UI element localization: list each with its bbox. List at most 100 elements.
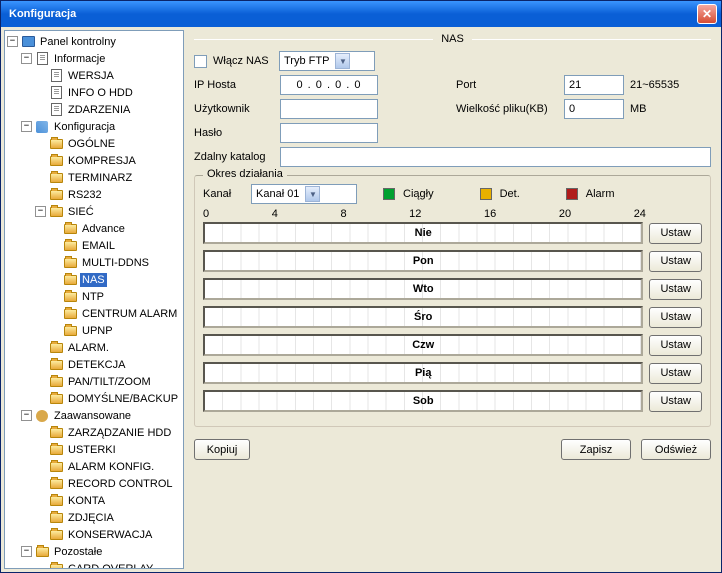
tree-item[interactable]: USTERKI	[7, 441, 181, 458]
tree-label: Informacje	[52, 52, 107, 66]
enable-nas-checkbox[interactable]	[194, 55, 207, 68]
day-timeline[interactable]: Sob	[203, 390, 643, 412]
tree-label: DOMYŚLNE/BACKUP	[66, 392, 180, 406]
close-button[interactable]: ✕	[697, 4, 717, 24]
day-row: Wto Ustaw	[203, 278, 702, 300]
tree-item[interactable]: PAN/TILT/ZOOM	[7, 373, 181, 390]
page-icon	[49, 103, 63, 117]
folder-icon	[49, 562, 63, 570]
day-row: Pon Ustaw	[203, 250, 702, 272]
tree-item[interactable]: −Pozostałe	[7, 543, 181, 560]
config-window: Konfiguracja ✕ −Panel kontrolny−Informac…	[0, 0, 722, 573]
tree-item[interactable]: OGÓLNE	[7, 135, 181, 152]
section-title: NAS	[433, 33, 472, 45]
set-button[interactable]: Ustaw	[649, 335, 702, 356]
swatch-detection-icon	[480, 188, 492, 200]
tree-item[interactable]: ALARM.	[7, 339, 181, 356]
tree-item[interactable]: TERMINARZ	[7, 169, 181, 186]
tree-item[interactable]: WERSJA	[7, 67, 181, 84]
tree-item[interactable]: DETEKCJA	[7, 356, 181, 373]
day-row: Pią Ustaw	[203, 362, 702, 384]
tree-item[interactable]: Advance	[7, 220, 181, 237]
tree-toggle[interactable]: −	[21, 121, 32, 132]
folder-icon	[49, 341, 63, 355]
tree-item[interactable]: RS232	[7, 186, 181, 203]
set-button[interactable]: Ustaw	[649, 307, 702, 328]
day-timeline[interactable]: Czw	[203, 334, 643, 356]
tree-item[interactable]: CARD OVERLAY	[7, 560, 181, 569]
set-button[interactable]: Ustaw	[649, 279, 702, 300]
folder-icon	[49, 137, 63, 151]
pass-label: Hasło	[194, 127, 280, 139]
tree-item[interactable]: KOMPRESJA	[7, 152, 181, 169]
tree-item[interactable]: MULTI-DDNS	[7, 254, 181, 271]
tree-item[interactable]: CENTRUM ALARM	[7, 305, 181, 322]
tree-label: NTP	[80, 290, 106, 304]
channel-label: Kanał	[203, 188, 243, 200]
set-button[interactable]: Ustaw	[649, 251, 702, 272]
tree-item[interactable]: KONSERWACJA	[7, 526, 181, 543]
set-button[interactable]: Ustaw	[649, 363, 702, 384]
day-timeline[interactable]: Wto	[203, 278, 643, 300]
pass-input[interactable]	[280, 123, 378, 143]
port-input[interactable]: 21	[564, 75, 624, 95]
folder-icon	[49, 154, 63, 168]
tree-label: UPNP	[80, 324, 115, 338]
filesize-input[interactable]: 0	[564, 99, 624, 119]
tool-icon	[35, 120, 49, 134]
day-label: Pon	[413, 255, 434, 267]
tree-toggle[interactable]: −	[21, 546, 32, 557]
set-button[interactable]: Ustaw	[649, 223, 702, 244]
remote-dir-input[interactable]	[280, 147, 711, 167]
tree-item[interactable]: DOMYŚLNE/BACKUP	[7, 390, 181, 407]
save-button[interactable]: Zapisz	[561, 439, 631, 460]
tree-label: CARD OVERLAY	[66, 562, 155, 570]
filesize-label: Wielkość pliku(KB)	[456, 103, 564, 115]
tree-toggle[interactable]: −	[21, 410, 32, 421]
tree-item[interactable]: EMAIL	[7, 237, 181, 254]
tree-item[interactable]: − Konfiguracja	[7, 118, 181, 135]
tree-toggle[interactable]: −	[21, 53, 32, 64]
tree-item[interactable]: KONTA	[7, 492, 181, 509]
tree-sidebar[interactable]: −Panel kontrolny−InformacjeWERSJAINFO O …	[4, 30, 184, 569]
tree-item[interactable]: ZARZĄDZANIE HDD	[7, 424, 181, 441]
chevron-down-icon: ▼	[305, 186, 320, 202]
set-button[interactable]: Ustaw	[649, 391, 702, 412]
tree-label: KOMPRESJA	[66, 154, 138, 168]
tree-item[interactable]: UPNP	[7, 322, 181, 339]
port-range: 21~65535	[630, 79, 679, 91]
tree-item[interactable]: ZDARZENIA	[7, 101, 181, 118]
ip-host-input[interactable]: 0 . 0 . 0 . 0	[280, 75, 378, 95]
channel-select[interactable]: Kanał 01 ▼	[251, 184, 357, 204]
tree-item[interactable]: ZDJĘCIA	[7, 509, 181, 526]
mode-select[interactable]: Tryb FTP ▼	[279, 51, 375, 71]
tree-item[interactable]: NAS	[7, 271, 181, 288]
day-timeline[interactable]: Pią	[203, 362, 643, 384]
day-timeline[interactable]: Pon	[203, 250, 643, 272]
tree-item[interactable]: − Informacje	[7, 50, 181, 67]
tree-item[interactable]: −Panel kontrolny	[7, 33, 181, 50]
tree-toggle[interactable]: −	[35, 206, 46, 217]
day-timeline[interactable]: Nie	[203, 222, 643, 244]
monitor-icon	[21, 35, 35, 49]
tree-item[interactable]: −Zaawansowane	[7, 407, 181, 424]
tree-item[interactable]: −SIEĆ	[7, 203, 181, 220]
filesize-unit: MB	[630, 103, 647, 115]
tree-label: ZDARZENIA	[66, 103, 132, 117]
swatch-continuous-icon	[383, 188, 395, 200]
day-timeline[interactable]: Śro	[203, 306, 643, 328]
tree-item[interactable]: INFO O HDD	[7, 84, 181, 101]
tree-item[interactable]: RECORD CONTROL	[7, 475, 181, 492]
tree-toggle[interactable]: −	[7, 36, 18, 47]
refresh-button[interactable]: Odśwież	[641, 439, 711, 460]
folder-icon	[35, 545, 49, 559]
user-input[interactable]	[280, 99, 378, 119]
page-icon	[49, 86, 63, 100]
tree-label: ALARM KONFIG.	[66, 460, 156, 474]
tree-item[interactable]: ALARM KONFIG.	[7, 458, 181, 475]
tree-label: Konfiguracja	[52, 120, 117, 134]
copy-button[interactable]: Kopiuj	[194, 439, 250, 460]
legend-alarm: Alarm	[586, 188, 615, 200]
tree-item[interactable]: NTP	[7, 288, 181, 305]
folder-icon	[63, 239, 77, 253]
